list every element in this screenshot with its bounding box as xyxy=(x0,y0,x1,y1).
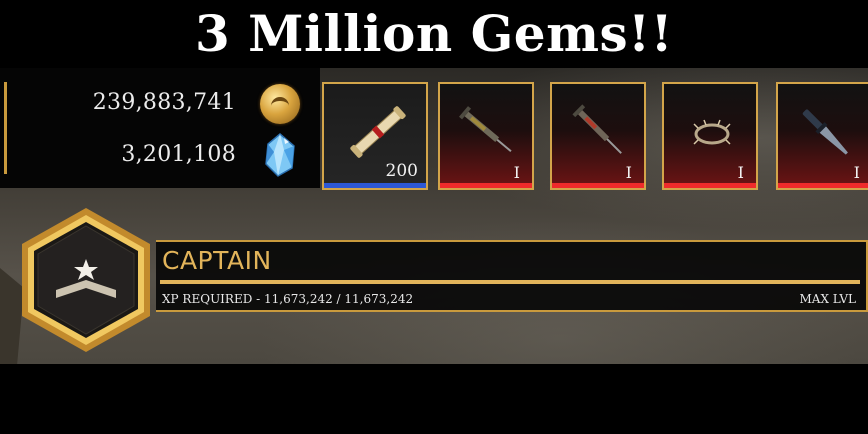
item-slot-barbed-ring[interactable]: I xyxy=(662,82,758,190)
title-text: 3 Million Gems!! xyxy=(194,4,674,63)
item-slot-scroll[interactable]: 200 xyxy=(322,82,428,190)
item-slot-syringe[interactable]: I xyxy=(438,82,534,190)
rarity-strip xyxy=(778,183,868,188)
syringe-icon xyxy=(458,106,512,153)
item-tier: I xyxy=(737,163,744,182)
item-tier: I xyxy=(853,163,860,182)
rarity-strip xyxy=(440,183,532,188)
knife-icon xyxy=(802,109,848,155)
item-slot-syringe-2[interactable]: I xyxy=(550,82,646,190)
syringe-icon xyxy=(572,104,622,154)
item-tier: I xyxy=(625,163,632,182)
blue-gem-icon xyxy=(265,133,295,177)
title-banner: 3 Million Gems!! xyxy=(0,0,868,68)
game-area: 239,883,741 3,201,108 200 I I I I CAPTAI… xyxy=(0,68,868,364)
gold-currency-row: 239,883,741 xyxy=(0,84,300,124)
bottom-letterbox xyxy=(0,364,868,434)
xp-progress-bar xyxy=(160,280,860,284)
item-count: 200 xyxy=(385,161,418,181)
gem-currency-row: 3,201,108 xyxy=(0,133,300,177)
scroll-icon xyxy=(350,106,406,158)
rarity-strip xyxy=(664,183,756,188)
rarity-strip xyxy=(324,183,426,188)
rank-panel: CAPTAIN XP REQUIRED - 11,673,242 / 11,67… xyxy=(156,240,868,312)
xp-required-text: XP REQUIRED - 11,673,242 / 11,673,242 xyxy=(162,292,414,306)
gold-amount: 239,883,741 xyxy=(92,90,236,115)
item-slot-knife[interactable]: I xyxy=(776,82,868,190)
gem-amount: 3,201,108 xyxy=(121,142,236,167)
max-level-label: MAX LVL xyxy=(799,292,857,306)
currency-panel: 239,883,741 3,201,108 xyxy=(0,68,320,188)
captain-rank-badge-icon xyxy=(22,208,150,352)
item-tier: I xyxy=(513,163,520,182)
barbed-ring-icon xyxy=(693,119,731,145)
rank-name: CAPTAIN xyxy=(162,246,272,275)
rarity-strip xyxy=(552,183,644,188)
gold-coin-icon xyxy=(260,84,300,124)
